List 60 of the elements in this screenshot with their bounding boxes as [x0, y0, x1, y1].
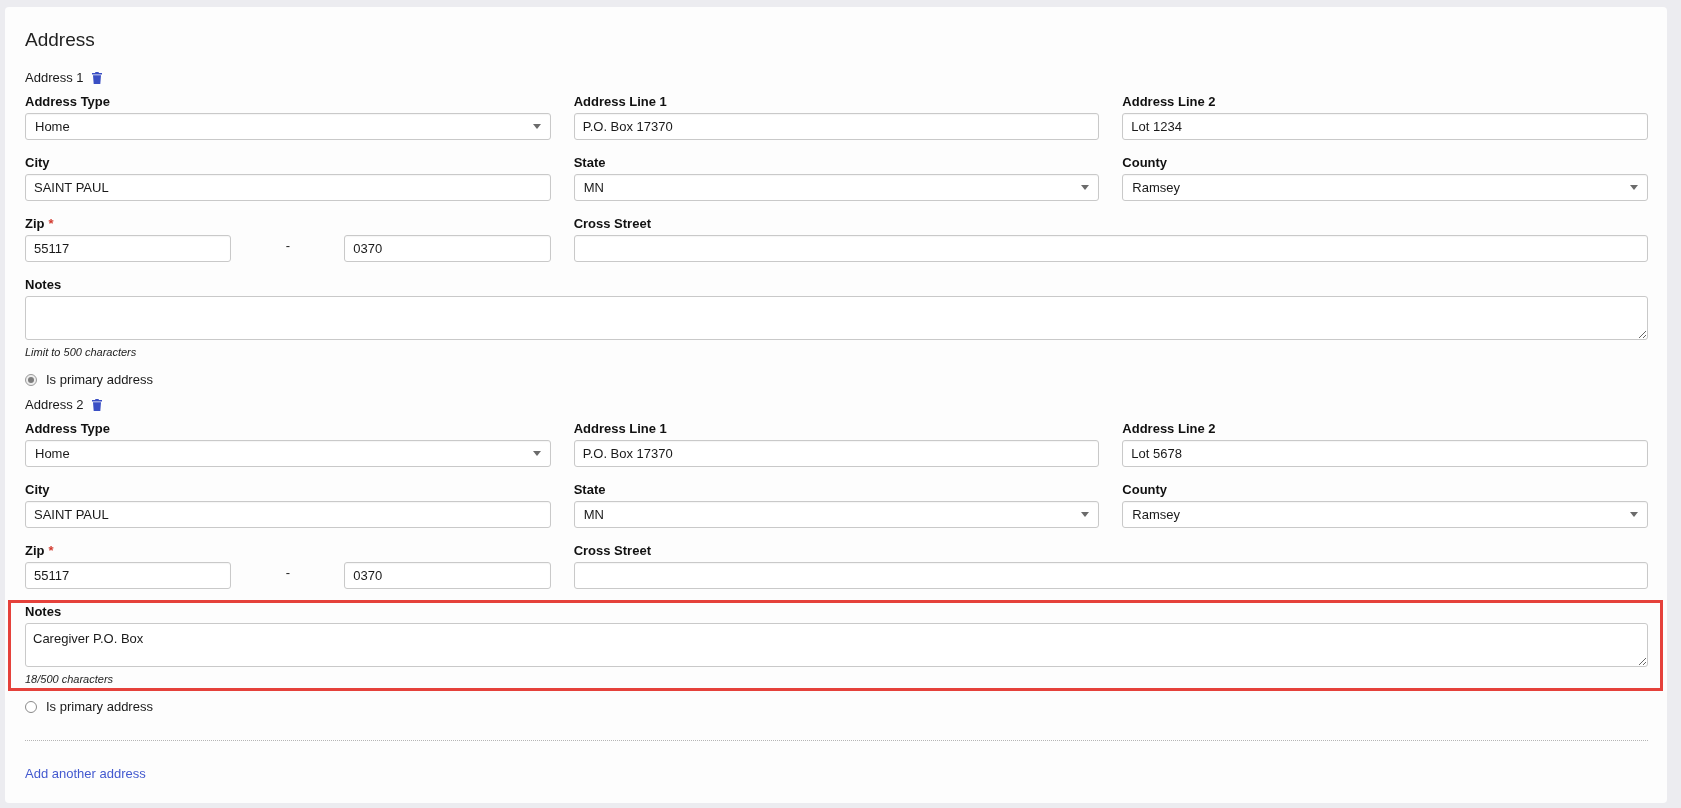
zip-separator: - — [285, 237, 290, 254]
field-label: Cross Street — [573, 543, 651, 559]
zip-field[interactable]: 55117 — [25, 235, 232, 262]
dropdown[interactable]: Home — [25, 440, 551, 467]
zip-extension-field[interactable]: 0370 — [344, 235, 551, 262]
text-field[interactable]: P.O. Box 17370 — [573, 440, 1100, 467]
field-label: Address Line 2 — [1122, 421, 1216, 437]
field-label: State — [573, 155, 606, 171]
field-label: Notes — [25, 277, 63, 293]
helper-text: Limit to 500 characters — [25, 345, 138, 359]
dropdown[interactable]: Ramsey — [1122, 174, 1648, 201]
radio-button[interactable] — [25, 701, 37, 713]
dropdown[interactable]: Home — [25, 113, 551, 140]
section-title: Address — [25, 28, 96, 52]
caret-icon — [1630, 185, 1638, 190]
address-heading: Address 1 — [25, 69, 84, 87]
field-label: County — [1122, 482, 1168, 498]
field-label: Address Line 2 — [1122, 94, 1216, 110]
radio-label[interactable]: Is primary address — [46, 698, 153, 716]
add-address-link[interactable]: Add another address — [25, 766, 146, 782]
text-field[interactable]: P.O. Box 17370 — [573, 113, 1100, 140]
address-heading: Address 2 — [25, 396, 84, 414]
field-label: Address Type — [25, 421, 110, 437]
field-label: Address Line 1 — [573, 421, 667, 437]
field-label: City — [25, 482, 50, 498]
field-label: Cross Street — [573, 216, 651, 232]
radio-label[interactable]: Is primary address — [46, 371, 153, 389]
caret-icon — [1630, 512, 1638, 517]
caret-icon — [1081, 185, 1090, 190]
notes-textarea[interactable]: Caregiver P.O. Box — [25, 623, 1648, 667]
text-field[interactable]: SAINT PAUL — [25, 174, 551, 201]
trash-icon[interactable] — [91, 399, 102, 411]
text-field[interactable] — [573, 562, 1648, 589]
required-mark: * — [48, 216, 54, 232]
required-mark: * — [48, 543, 54, 559]
field-label: Notes — [25, 604, 63, 620]
caret-icon — [1081, 512, 1090, 517]
zip-separator: - — [285, 564, 290, 581]
radio-button[interactable] — [25, 374, 37, 386]
text-field[interactable]: Lot 5678 — [1122, 440, 1648, 467]
text-field[interactable]: Lot 1234 — [1122, 113, 1648, 140]
dropdown[interactable]: MN — [573, 174, 1100, 201]
text-field[interactable] — [573, 235, 1648, 262]
notes-textarea[interactable] — [25, 296, 1648, 340]
field-label: State — [573, 482, 606, 498]
caret-icon — [532, 451, 541, 456]
field-label: Address Line 1 — [573, 94, 667, 110]
trash-icon[interactable] — [91, 72, 102, 84]
caret-icon — [532, 124, 541, 129]
field-label: Zip — [25, 216, 45, 232]
text-field[interactable]: SAINT PAUL — [25, 501, 551, 528]
zip-field[interactable]: 55117 — [25, 562, 232, 589]
dropdown[interactable]: MN — [573, 501, 1100, 528]
zip-extension-field[interactable]: 0370 — [344, 562, 551, 589]
field-label: City — [25, 155, 50, 171]
dropdown[interactable]: Ramsey — [1122, 501, 1648, 528]
helper-text: 18/500 characters — [25, 672, 115, 686]
field-label: Zip — [25, 543, 45, 559]
field-label: County — [1122, 155, 1168, 171]
field-label: Address Type — [25, 94, 110, 110]
